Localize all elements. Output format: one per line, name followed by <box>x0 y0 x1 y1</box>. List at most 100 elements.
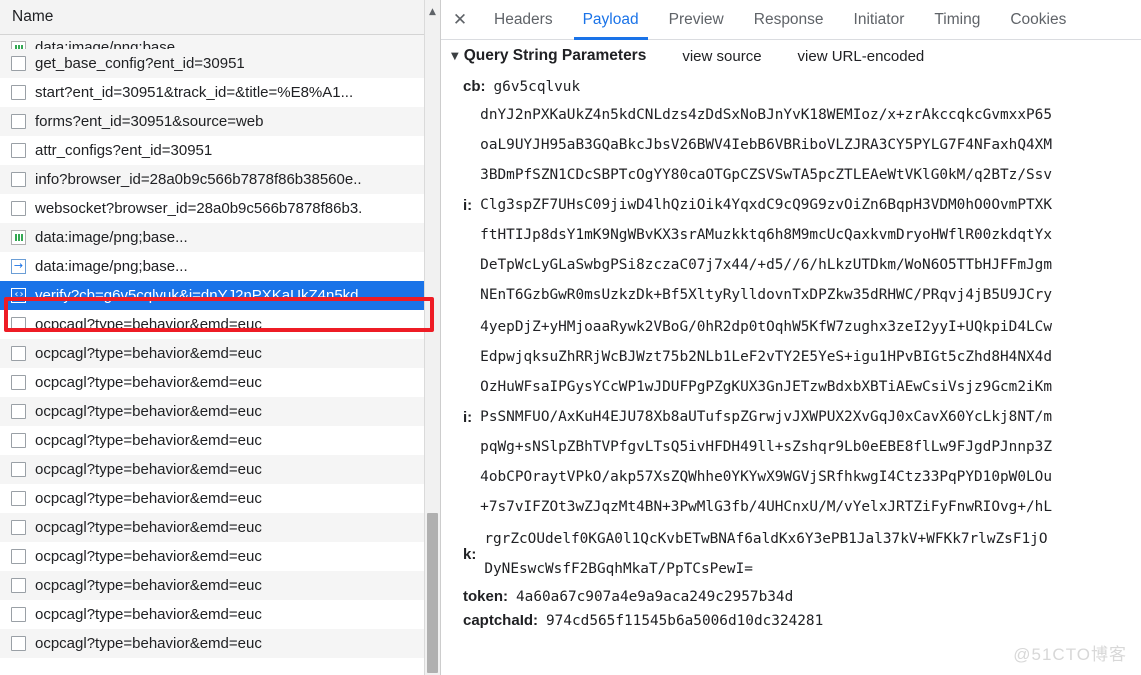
parameter-value[interactable]: g6v5cqlvuk <box>494 76 1141 98</box>
tab-headers[interactable]: Headers <box>479 0 568 39</box>
request-list-item[interactable]: get_base_config?ent_id=30951 <box>0 49 425 78</box>
request-list-item[interactable]: attr_configs?ent_id=30951 <box>0 136 425 165</box>
query-parameter-row: cb: g6v5cqlvuk <box>441 76 1141 98</box>
parameter-value[interactable]: rgrZcOUdelf0KGA0l1QcKvbETwBNAf6aldKx6Y3e… <box>484 524 1141 584</box>
document-icon <box>11 317 26 332</box>
request-list-item[interactable]: ocpcagl?type=behavior&emd=euc <box>0 629 425 658</box>
request-list-item[interactable]: ocpcagl?type=behavior&emd=euc <box>0 455 425 484</box>
request-detail-panel: ✕ Headers Payload Preview Response Initiator… <box>441 0 1141 675</box>
document-icon <box>11 433 26 448</box>
document-icon <box>11 201 26 216</box>
scrollbar-thumb[interactable] <box>427 513 438 673</box>
request-list-item[interactable]: ocpcagl?type=behavior&emd=euc <box>0 368 425 397</box>
tab-label: Payload <box>582 10 639 28</box>
tab-cookies[interactable]: Cookies <box>995 0 1081 39</box>
request-list-item[interactable]: ocpcagl?type=behavior&emd=euc <box>0 426 425 455</box>
tab-label: Cookies <box>1010 10 1067 28</box>
request-list[interactable]: data:image/png;base... get_base_config?en… <box>0 35 425 675</box>
request-name-label: data:image/png;base... <box>35 258 188 275</box>
query-parameter-row: i: 4yepDjZ+yHMjoaaRywk2VBoG/0hR2dp0tOqhW5… <box>441 312 1141 522</box>
devtools-network-panel: Name data:image/png;base... get_base_conf… <box>0 0 1141 675</box>
close-icon[interactable]: ✕ <box>441 0 479 39</box>
request-name-label: ocpcagl?type=behavior&emd=euc <box>35 345 262 362</box>
request-list-scrollbar[interactable]: ▲ <box>424 0 440 675</box>
request-name-label: start?ent_id=30951&track_id=&title=%E8%A… <box>35 84 354 101</box>
detail-tabbar: ✕ Headers Payload Preview Response Initiator… <box>441 0 1141 40</box>
request-list-item[interactable]: info?browser_id=28a0b9c566b7878f86b38560… <box>0 165 425 194</box>
request-name-label: ocpcagl?type=behavior&emd=euc <box>35 403 262 420</box>
tab-label: Headers <box>494 10 553 28</box>
document-icon <box>11 346 26 361</box>
column-header-name[interactable]: Name <box>0 0 440 35</box>
document-icon <box>11 607 26 622</box>
request-list-item[interactable]: → data:image/png;base... <box>0 252 425 281</box>
request-name-label: verify?cb=g6v5cqlvuk&i=dnYJ2nPXKaUkZ4n5k… <box>35 287 363 304</box>
request-name-label: ocpcagl?type=behavior&emd=euc <box>35 316 262 333</box>
document-icon <box>11 520 26 535</box>
request-name-label: websocket?browser_id=28a0b9c566b7878f86b… <box>35 200 363 217</box>
document-icon <box>11 636 26 651</box>
request-list-item[interactable]: data:image/png;base... <box>0 35 425 49</box>
view-url-encoded-link[interactable]: view URL-encoded <box>798 48 925 65</box>
request-list-item[interactable]: forms?ent_id=30951&source=web <box>0 107 425 136</box>
tabs-container: Headers Payload Preview Response Initiator Ti… <box>479 0 1081 40</box>
request-list-item[interactable]: ocpcagl?type=behavior&emd=euc <box>0 310 425 339</box>
tab-payload[interactable]: Payload <box>568 0 654 40</box>
request-list-item[interactable]: ocpcagl?type=behavior&emd=euc <box>0 513 425 542</box>
tab-timing[interactable]: Timing <box>919 0 995 39</box>
parameter-key: i: <box>463 196 473 214</box>
request-list-item[interactable]: start?ent_id=30951&track_id=&title=%E8%A… <box>0 78 425 107</box>
document-icon <box>11 578 26 593</box>
parameter-value[interactable]: 4a60a67c907a4e9a9aca249c2957b34d <box>516 586 1141 608</box>
parameter-key: captchaId: <box>463 612 539 629</box>
scroll-up-arrow-icon[interactable]: ▲ <box>425 4 440 20</box>
document-icon <box>11 375 26 390</box>
request-list-item[interactable]: ocpcagl?type=behavior&emd=euc <box>0 397 425 426</box>
request-list-item[interactable]: ocpcagl?type=behavior&emd=euc <box>0 571 425 600</box>
request-list-item[interactable]: ocpcagl?type=behavior&emd=euc <box>0 484 425 513</box>
request-name-label: ocpcagl?type=behavior&emd=euc <box>35 490 262 507</box>
request-name-label: data:image/png;base... <box>35 229 188 246</box>
request-name-label: ocpcagl?type=behavior&emd=euc <box>35 548 262 565</box>
request-name-label: ocpcagl?type=behavior&emd=euc <box>35 461 262 478</box>
request-list-item[interactable]: websocket?browser_id=28a0b9c566b7878f86b… <box>0 194 425 223</box>
request-name-label: ocpcagl?type=behavior&emd=euc <box>35 606 262 623</box>
query-parameter-row: token: 4a60a67c907a4e9a9aca249c2957b34d <box>441 586 1141 608</box>
request-name-label: ocpcagl?type=behavior&emd=euc <box>35 577 262 594</box>
view-source-link[interactable]: view source <box>682 48 761 65</box>
parameter-value[interactable]: dnYJ2nPXKaUkZ4n5kdCNLdzs4zDdSxNoBJnYvK18… <box>480 100 1141 310</box>
query-parameters-list: cb: g6v5cqlvuk i: dnYJ2nPXKaUkZ4n5kdCNLdzs4… <box>441 72 1141 632</box>
image-icon <box>11 41 26 49</box>
tab-preview[interactable]: Preview <box>654 0 739 39</box>
redirect-arrow-icon: → <box>11 259 26 274</box>
tab-response[interactable]: Response <box>739 0 839 39</box>
document-icon <box>11 114 26 129</box>
query-string-section-header: ▼ Query String Parameters view source vi… <box>441 40 1141 72</box>
parameter-key: i: <box>463 408 473 426</box>
watermark-text: @51CTO博客 <box>1013 645 1127 664</box>
request-name-label: forms?ent_id=30951&source=web <box>35 113 264 130</box>
parameter-value[interactable]: 974cd565f11545b6a5006d10dc324281 <box>546 610 1141 632</box>
section-title: Query String Parameters <box>463 47 647 64</box>
column-header-label: Name <box>12 8 54 25</box>
request-list-panel: Name data:image/png;base... get_base_conf… <box>0 0 441 675</box>
query-parameter-row: k: rgrZcOUdelf0KGA0l1QcKvbETwBNAf6aldKx6Y… <box>441 524 1141 584</box>
request-list-item[interactable]: ocpcagl?type=behavior&emd=euc <box>0 542 425 571</box>
parameter-value[interactable]: 4yepDjZ+yHMjoaaRywk2VBoG/0hR2dp0tOqhW5Kf… <box>480 312 1141 522</box>
image-icon <box>11 230 26 245</box>
document-icon <box>11 56 26 71</box>
chevron-down-icon[interactable]: ▼ <box>451 51 459 62</box>
request-list-item[interactable]: data:image/png;base... <box>0 223 425 252</box>
request-name-label: data:image/png;base... <box>35 39 188 49</box>
request-list-item-selected[interactable]: ‹› verify?cb=g6v5cqlvuk&i=dnYJ2nPXKaUkZ4n… <box>0 281 425 310</box>
request-list-item[interactable]: ocpcagl?type=behavior&emd=euc <box>0 339 425 368</box>
request-name-label: ocpcagl?type=behavior&emd=euc <box>35 432 262 449</box>
query-parameter-row: captchaId: 974cd565f11545b6a5006d10dc3242… <box>441 610 1141 632</box>
payload-content: ▼ Query String Parameters view source vi… <box>441 40 1141 675</box>
parameter-key: k: <box>463 545 477 563</box>
request-list-item[interactable]: ocpcagl?type=behavior&emd=euc <box>0 600 425 629</box>
request-name-label: info?browser_id=28a0b9c566b7878f86b38560… <box>35 171 362 188</box>
request-name-label: ocpcagl?type=behavior&emd=euc <box>35 635 262 652</box>
parameter-key: cb: <box>463 78 486 95</box>
tab-initiator[interactable]: Initiator <box>839 0 920 39</box>
